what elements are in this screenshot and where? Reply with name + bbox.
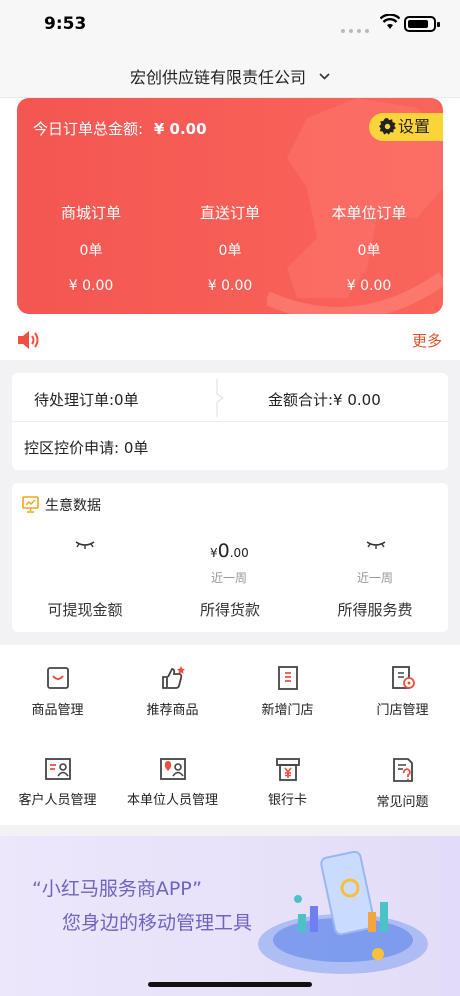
pending-orders[interactable]: 待处理订单:0单 bbox=[34, 389, 139, 410]
grid-item-label: 常见问题 bbox=[376, 795, 429, 810]
banner-line-1: “小红马服务商APP” bbox=[32, 878, 202, 900]
direct-orders-count: 0单 bbox=[218, 243, 242, 259]
grid-item-label: 推荐商品 bbox=[146, 703, 199, 718]
grid-item-bank-card[interactable]: 银行卡 bbox=[230, 757, 345, 808]
grid-item-add-store[interactable]: 新增门店 bbox=[230, 665, 345, 718]
grid-item-label: 门店管理 bbox=[376, 703, 429, 718]
unit-orders[interactable]: 本单位订单 0单 ¥ 0.00 bbox=[298, 202, 440, 294]
store-manage-icon bbox=[391, 666, 415, 689]
grid-item-label: 商品管理 bbox=[31, 703, 84, 718]
company-name[interactable]: 宏创供应链有限责任公司 bbox=[130, 68, 306, 87]
chevron-down-icon[interactable] bbox=[319, 72, 330, 80]
mall-orders-amount: ¥ 0.00 bbox=[68, 278, 114, 294]
promo-banner[interactable]: “小红马服务商APP” 您身边的移动管理工具 bbox=[0, 836, 460, 996]
hidden-eye-icon[interactable] bbox=[75, 541, 95, 549]
price-control-requests[interactable]: 控区控价申请: 0单 bbox=[24, 437, 148, 458]
business-data-card: 生意数据 ¥0.00 近一周 近一周 可提现金额 所得货款 所得服务费 bbox=[12, 483, 448, 632]
today-total-label: 今日订单总金额: bbox=[33, 120, 144, 138]
goods-payment-value: ¥0.00 bbox=[210, 540, 249, 562]
battery-icon bbox=[404, 16, 440, 32]
contact-card-icon bbox=[44, 758, 71, 780]
service-week-label: 近一周 bbox=[357, 571, 394, 585]
signal-dots-icon bbox=[341, 29, 369, 33]
home-indicator bbox=[148, 982, 312, 987]
direct-orders-amount: ¥ 0.00 bbox=[207, 278, 253, 294]
grid-item-unit-staff[interactable]: 本单位人员管理 bbox=[115, 757, 230, 808]
divider-arrow bbox=[216, 379, 224, 417]
goods-payment-label: 所得货款 bbox=[199, 601, 260, 619]
store-add-icon bbox=[277, 666, 298, 690]
status-bar: 9:53 bbox=[0, 0, 460, 50]
grid-item-label: 银行卡 bbox=[267, 793, 307, 808]
mall-orders[interactable]: 商城订单 0单 ¥ 0.00 bbox=[20, 202, 162, 294]
yen-card-icon bbox=[275, 758, 300, 781]
unit-orders-label: 本单位订单 bbox=[331, 204, 407, 222]
hidden-eye-icon[interactable] bbox=[366, 541, 386, 549]
mall-orders-count: 0单 bbox=[79, 243, 103, 259]
service-fee-label: 所得服务费 bbox=[337, 601, 413, 619]
gear-icon bbox=[379, 118, 396, 135]
withdrawable-label: 可提现金额 bbox=[47, 601, 123, 619]
grid-item-label: 本单位人员管理 bbox=[126, 793, 218, 808]
grid-item-recommended[interactable]: 推荐商品 bbox=[115, 665, 230, 718]
business-data-title-text: 生意数据 bbox=[45, 498, 101, 514]
today-total-value: ¥ 0.00 bbox=[153, 120, 207, 138]
direct-orders[interactable]: 直送订单 0单 ¥ 0.00 bbox=[159, 202, 301, 294]
direct-orders-label: 直送订单 bbox=[199, 204, 260, 222]
thumb-up-icon bbox=[161, 666, 185, 689]
grid-item-faq[interactable]: 常见问题 bbox=[345, 757, 460, 810]
wifi-icon bbox=[380, 14, 400, 29]
settings-label: 设置 bbox=[398, 117, 431, 136]
monitor-chart-icon bbox=[22, 496, 39, 513]
grid-item-product-management[interactable]: 商品管理 bbox=[0, 665, 115, 718]
company-header[interactable]: 宏创供应链有限责任公司 bbox=[0, 50, 460, 98]
grid-item-label: 新增门店 bbox=[261, 703, 314, 718]
goods-week-label: 近一周 bbox=[211, 571, 248, 585]
grid-item-label: 客户人员管理 bbox=[18, 793, 97, 808]
business-data-title: 生意数据 bbox=[22, 495, 101, 515]
orders-card: 待处理订单:0单 金额合计:¥ 0.00 控区控价申请: 0单 bbox=[12, 373, 448, 470]
divider bbox=[12, 421, 448, 422]
question-doc-icon bbox=[392, 758, 413, 782]
grid-item-customer-staff[interactable]: 客户人员管理 bbox=[0, 757, 115, 808]
speaker-icon[interactable] bbox=[17, 330, 41, 350]
status-time: 9:53 bbox=[44, 14, 87, 34]
today-total: 今日订单总金额: ¥ 0.00 bbox=[33, 118, 207, 139]
banner-line-2: 您身边的移动管理工具 bbox=[62, 912, 253, 934]
bag-icon bbox=[46, 667, 69, 689]
more-link[interactable]: 更多 bbox=[412, 330, 442, 351]
amount-total: 金额合计:¥ 0.00 bbox=[268, 391, 381, 409]
location-card-icon bbox=[159, 758, 186, 780]
phone-data-illustration-icon bbox=[258, 850, 428, 974]
order-summary-card: 今日订单总金额: ¥ 0.00 设置 商城订单 0单 ¥ 0.00 直送订单 0… bbox=[17, 98, 443, 314]
function-grid: 商品管理 推荐商品 新增门店 门店管理 客户人员管理 本单位人员管理 银行卡 常… bbox=[0, 645, 460, 825]
mall-orders-label: 商城订单 bbox=[60, 204, 121, 222]
settings-button[interactable]: 设置 bbox=[369, 113, 443, 141]
grid-item-store-management[interactable]: 门店管理 bbox=[345, 665, 460, 718]
unit-orders-amount: ¥ 0.00 bbox=[346, 278, 392, 294]
unit-orders-count: 0单 bbox=[357, 243, 381, 259]
